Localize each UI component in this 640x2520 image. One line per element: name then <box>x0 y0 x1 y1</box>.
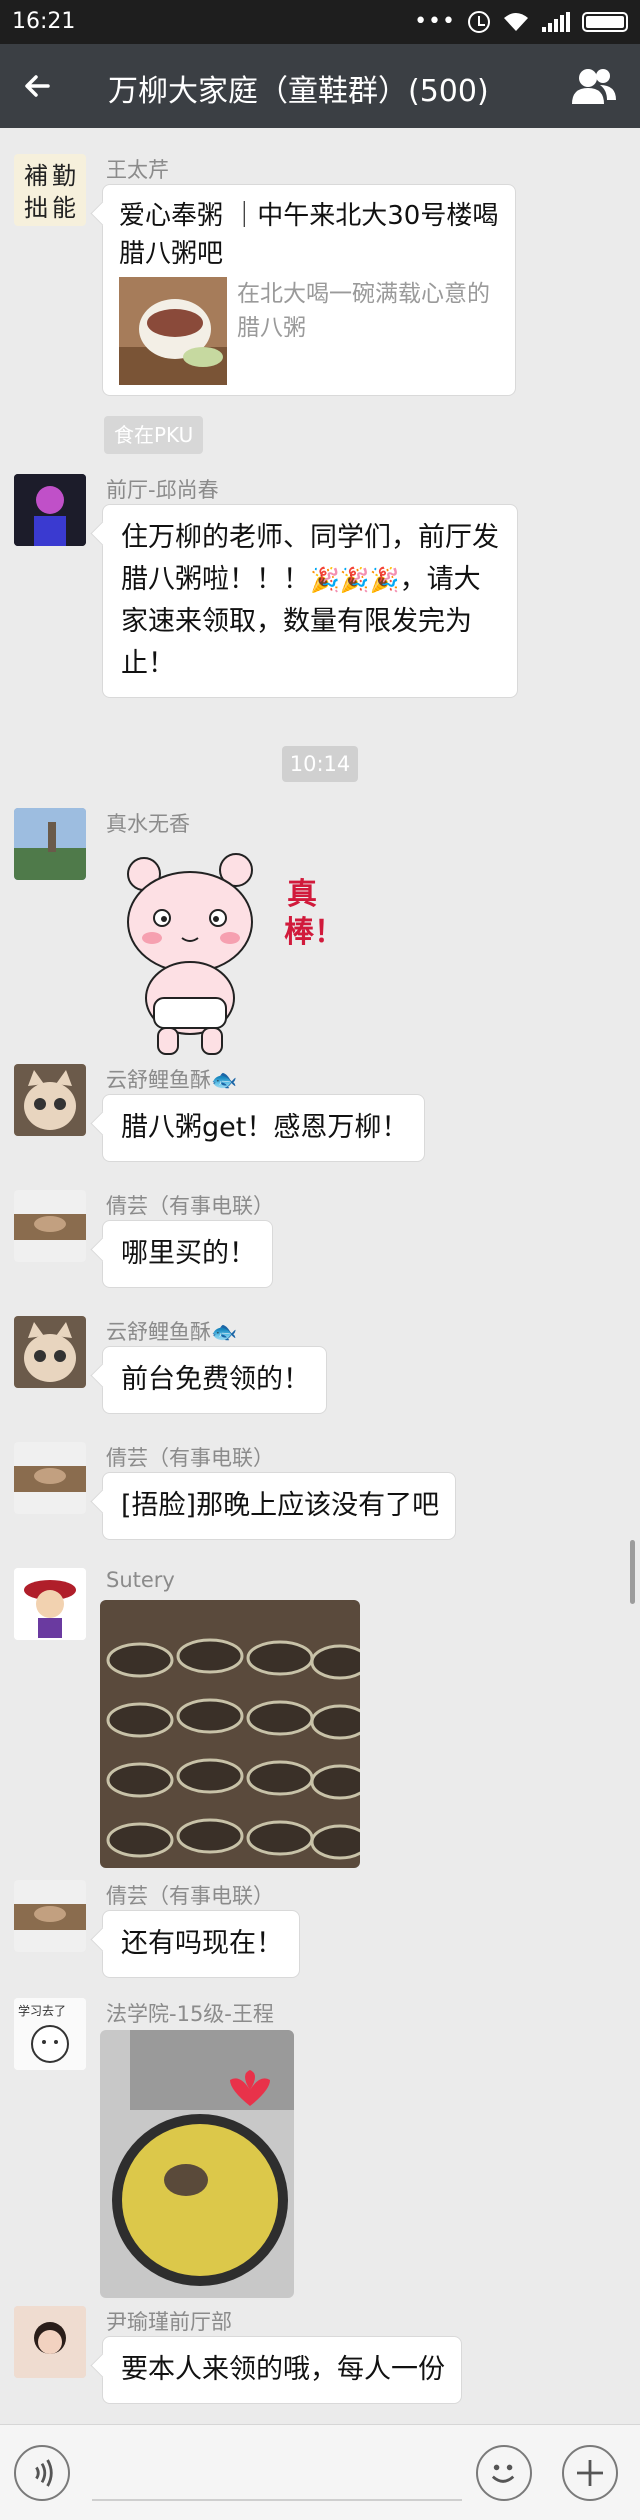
message-text: 还有吗现在！ <box>121 1928 283 1959</box>
voice-icon[interactable] <box>14 2445 70 2501</box>
cartoon-avatar-icon <box>14 1568 86 1640</box>
sender-name: 云舒鲤鱼酥🐟 <box>106 1068 238 1092</box>
plus-icon[interactable] <box>562 2445 618 2501</box>
sender-name: Sutery <box>106 1568 175 1592</box>
avatar[interactable] <box>14 808 86 880</box>
message-bubble[interactable]: 前台免费领的！ <box>102 1346 327 1414</box>
emoji-face-icon[interactable] <box>476 2445 532 2501</box>
message-bubble[interactable]: 住万柳的老师、同学们，前厅发腊八粥啦！！！🎉🎉🎉，请大家速来领取，数量有限发完为… <box>102 504 518 698</box>
battery-icon <box>582 12 628 32</box>
message-bubble[interactable]: 腊八粥get！感恩万柳！ <box>102 1094 426 1162</box>
message-text: 要本人来领的哦，每人一份 <box>121 2354 445 2385</box>
sender-name: 云舒鲤鱼酥🐟 <box>106 1320 238 1344</box>
sender-name: 倩芸（有事电联） <box>106 1884 274 1908</box>
message-text: 前台免费领的！ <box>121 1364 310 1395</box>
message-bubble[interactable]: 要本人来领的哦，每人一份 <box>102 2336 462 2404</box>
message-bubble[interactable]: 还有吗现在！ <box>102 1910 300 1978</box>
avatar-char-1: 補 <box>24 162 48 190</box>
person-avatar-icon <box>14 2306 86 2378</box>
cat-avatar-icon <box>14 1316 86 1388</box>
card-description: 在北大喝一碗满载心意的腊八粥 <box>237 281 490 341</box>
avatar-char-3: 拙 <box>24 194 48 222</box>
sender-name: 尹瑜瑾前厅部 <box>106 2310 232 2334</box>
status-icons: ••• <box>414 8 628 36</box>
message-text: 腊八粥get！感恩万柳！ <box>121 1112 409 1143</box>
avatar[interactable]: 補 勤 拙 能 <box>14 154 86 226</box>
source-chip[interactable]: 食在PKU <box>104 416 204 454</box>
landscape-avatar-icon <box>14 808 86 880</box>
avatar[interactable]: 学习去了 <box>14 1998 86 2070</box>
status-time: 16:21 <box>12 9 76 34</box>
message-text: 哪里买的！ <box>121 1238 256 1269</box>
avatar-char-4: 能 <box>52 194 76 222</box>
sticker[interactable]: 真棒！ <box>118 848 344 1058</box>
calligraphy-avatar: 補 勤 拙 能 <box>24 162 76 222</box>
message-bubble[interactable]: [捂脸]那晚上应该没有了吧 <box>102 1472 457 1540</box>
photo-message[interactable] <box>100 1600 360 1868</box>
person-avatar-icon <box>14 474 86 546</box>
party-popper-emoji: 🎉🎉🎉 <box>310 566 400 594</box>
wifi-icon <box>504 13 528 31</box>
sender-name: 倩芸（有事电联） <box>106 1446 274 1470</box>
table-photo-avatar-icon <box>14 1442 86 1514</box>
sticker-caption: 真棒！ <box>284 877 344 950</box>
more-dots-icon: ••• <box>414 9 456 34</box>
input-bar <box>0 2424 640 2520</box>
link-card[interactable]: 爱心奉粥 ｜中午来北大30号楼喝腊八粥吧 在北大喝一碗满载心意的腊八粥 <box>102 184 516 396</box>
porridge-cups-photo <box>100 1600 360 1868</box>
avatar-caption: 学习去了 <box>18 2004 67 2018</box>
sender-name: 法学院-15级-王程 <box>106 2002 274 2026</box>
back-arrow-icon[interactable] <box>18 64 62 108</box>
chat-title: 万柳大家庭（童鞋群）(500) <box>108 74 489 109</box>
porridge-bowl-image <box>119 277 227 385</box>
sender-name: 倩芸（有事电联） <box>106 1194 274 1218</box>
sender-name: 王太芹 <box>106 158 169 182</box>
message-bubble[interactable]: 哪里买的！ <box>102 1220 273 1288</box>
alarm-icon <box>468 11 490 33</box>
sender-name: 真水无香 <box>106 812 190 836</box>
message-text: [捂脸]那晚上应该没有了吧 <box>121 1490 440 1521</box>
avatar[interactable] <box>14 2306 86 2378</box>
sender-name: 前厅-邱尚春 <box>106 478 219 502</box>
table-photo-avatar-icon <box>14 1880 86 1952</box>
card-title: 爱心奉粥 ｜中午来北大30号楼喝腊八粥吧 <box>119 201 499 269</box>
cat-avatar-icon <box>14 1064 86 1136</box>
avatar[interactable] <box>14 1442 86 1514</box>
chat-header: 万柳大家庭（童鞋群）(500) <box>0 44 640 128</box>
photo-message[interactable] <box>100 2030 294 2298</box>
avatar[interactable] <box>14 1568 86 1640</box>
porridge-lid-photo <box>100 2030 294 2298</box>
avatar[interactable] <box>14 1190 86 1262</box>
group-members-icon[interactable] <box>570 66 618 106</box>
timestamp: 10:14 <box>282 746 358 782</box>
scrollbar[interactable] <box>630 1540 635 1604</box>
message-input[interactable] <box>92 2447 462 2501</box>
avatar[interactable] <box>14 1316 86 1388</box>
avatar[interactable] <box>14 474 86 546</box>
card-thumbnail <box>119 277 227 385</box>
status-bar: 16:21 ••• <box>0 0 640 44</box>
avatar-char-2: 勤 <box>52 162 76 190</box>
signal-icon <box>542 12 570 32</box>
avatar[interactable] <box>14 1064 86 1136</box>
table-photo-avatar-icon <box>14 1190 86 1262</box>
avatar[interactable] <box>14 1880 86 1952</box>
